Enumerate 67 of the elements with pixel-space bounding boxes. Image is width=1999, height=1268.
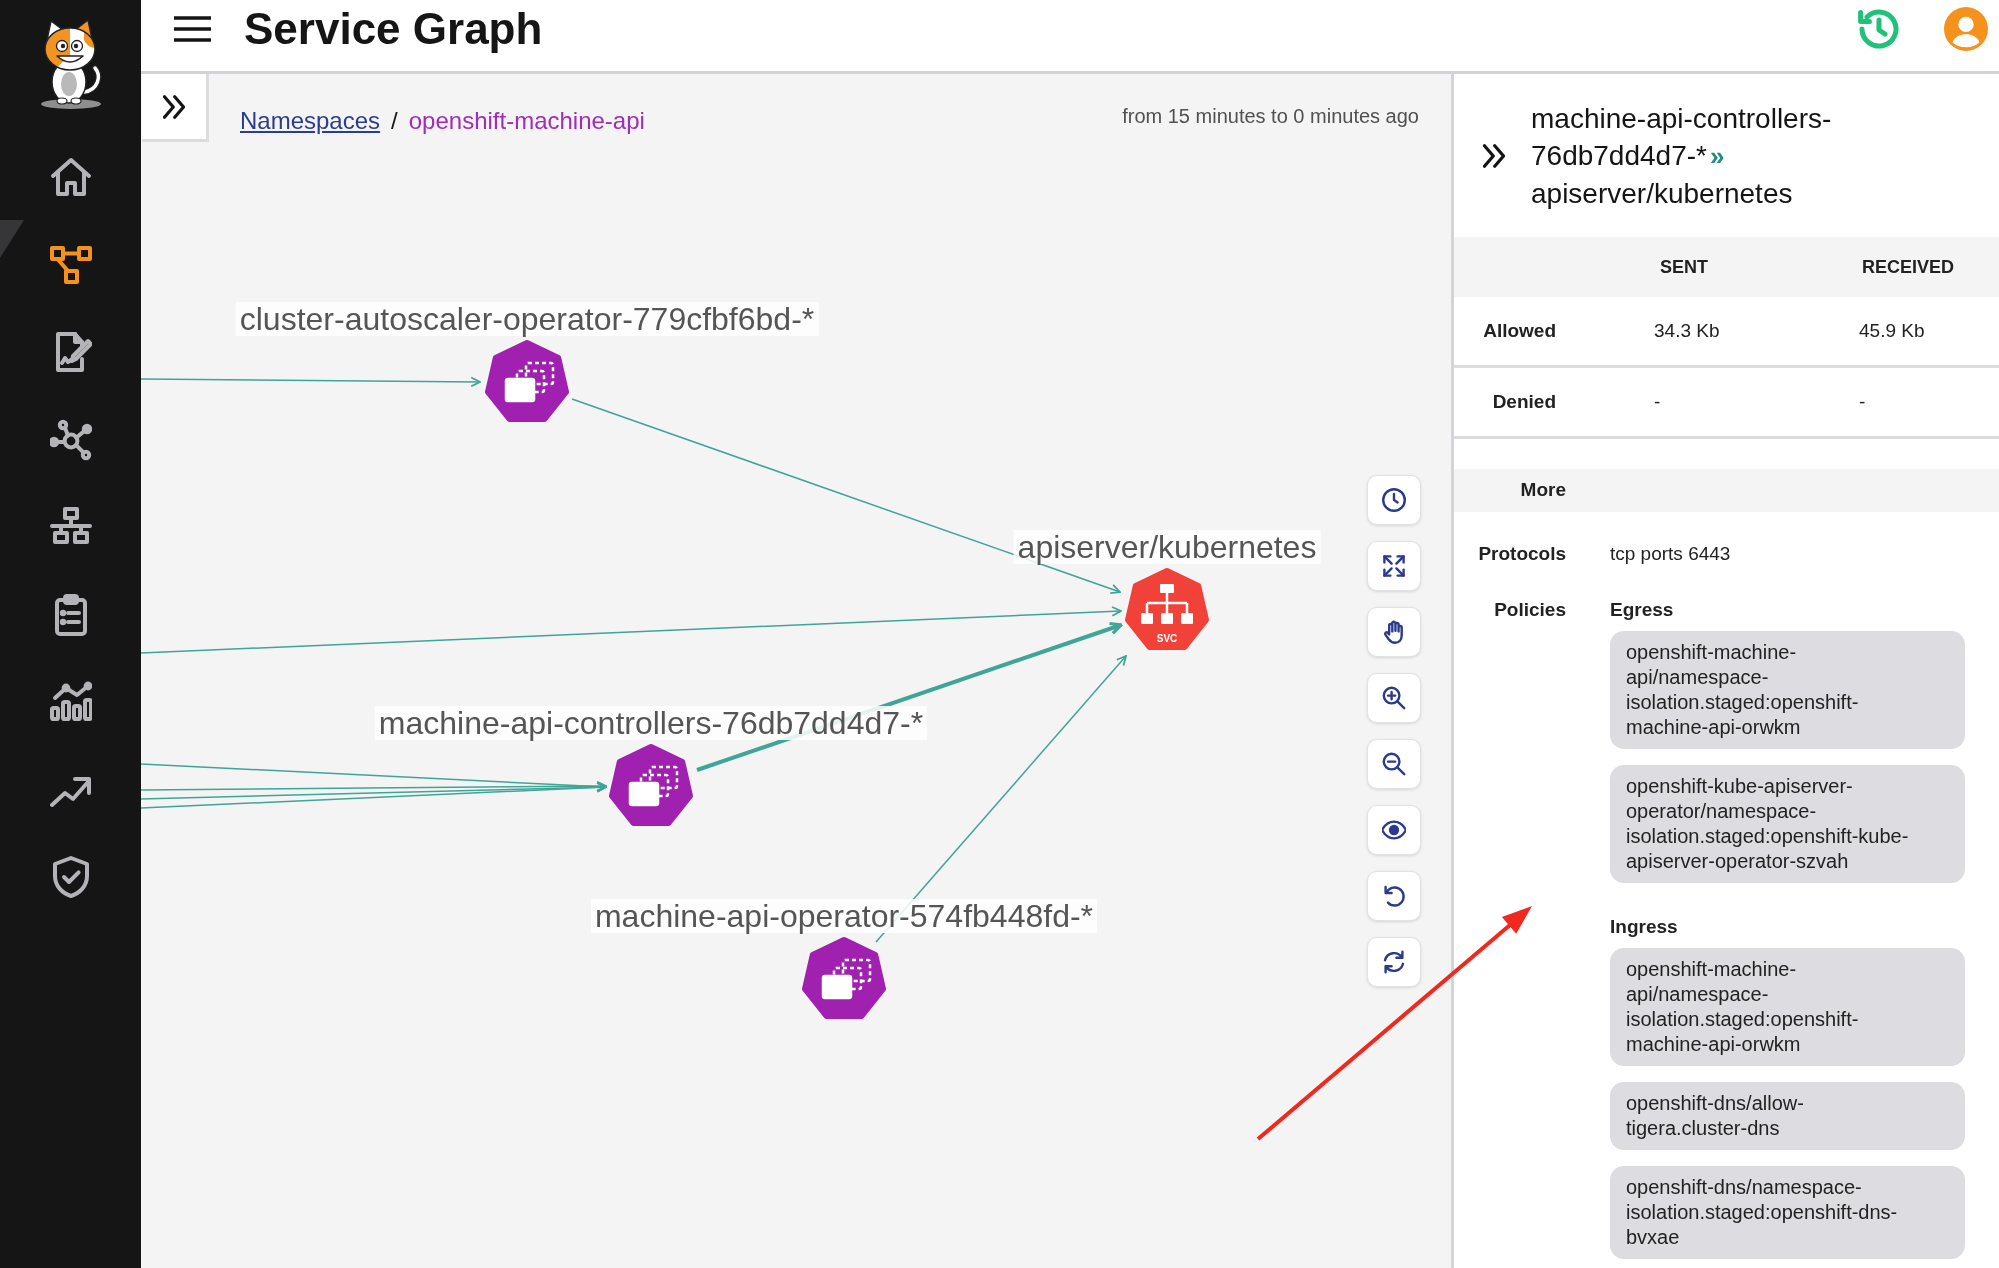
collapse-panel-button[interactable] bbox=[1483, 143, 1505, 168]
double-chevron-icon bbox=[163, 94, 185, 119]
stacked-boxes-icon bbox=[821, 958, 872, 1000]
hand-icon bbox=[1382, 620, 1406, 644]
group-heading: Egress bbox=[1610, 598, 1675, 622]
eye-button[interactable] bbox=[1367, 805, 1421, 855]
table-cell-text: - bbox=[1653, 389, 1662, 414]
expand-sidebar-button[interactable] bbox=[142, 74, 209, 142]
graph-edge[interactable] bbox=[141, 376, 481, 388]
undo-icon bbox=[1382, 884, 1406, 908]
row-header: Allowed bbox=[1482, 318, 1557, 343]
expand-arrows-icon bbox=[1382, 554, 1406, 578]
zoom-out-icon bbox=[1382, 752, 1406, 776]
node-type-label: SVC bbox=[1156, 633, 1178, 644]
connected-squares-icon bbox=[49, 243, 92, 286]
breadcrumb-link[interactable]: Namespaces bbox=[240, 107, 381, 135]
network-nodes-icon bbox=[49, 418, 92, 461]
node-label: apiserver/kubernetes bbox=[1013, 530, 1321, 564]
breadcrumb-current: openshift-machine-api bbox=[408, 107, 645, 135]
eye-icon bbox=[1382, 818, 1406, 842]
triangle-icon bbox=[0, 220, 24, 258]
pan-button[interactable] bbox=[1367, 607, 1421, 657]
stacked-boxes-icon bbox=[504, 361, 555, 403]
group-heading: Ingress bbox=[1610, 915, 1679, 939]
section-heading: More bbox=[1519, 478, 1567, 503]
bar-line-chart-icon bbox=[49, 681, 92, 723]
edge-title: machine-api-controllers-76db7dd4d7-*» apiserver/kubernetes bbox=[1531, 101, 1833, 211]
table-cell-text: - bbox=[1858, 389, 1867, 414]
policy-tag: openshift-dns/allow-tigera.cluster-dns bbox=[1610, 1082, 1965, 1150]
zoom-out-button[interactable] bbox=[1367, 739, 1421, 789]
column-header: SENT bbox=[1659, 255, 1709, 279]
zoom-in-icon bbox=[1382, 686, 1406, 710]
user-avatar-icon bbox=[1944, 7, 1988, 51]
hierarchy-icon bbox=[1141, 584, 1193, 624]
node-label: cluster-autoscaler-operator-779cfbf6bd-* bbox=[235, 302, 819, 336]
table-cell-text: 34.3 Kb bbox=[1653, 318, 1721, 343]
expand-button[interactable] bbox=[1367, 541, 1421, 591]
row-header: Denied bbox=[1491, 389, 1557, 414]
time-range-text: from 15 minutes to 0 minutes ago bbox=[1122, 104, 1419, 128]
field-value: tcp ports 6443 bbox=[1609, 542, 1732, 566]
history-icon bbox=[1858, 8, 1900, 50]
policy-tag: openshift-machine-api/namespace-isolation.staged:openshift-machine-api-orwkm bbox=[1610, 631, 1965, 749]
column-header: RECEIVED bbox=[1861, 255, 1956, 279]
refresh-icon bbox=[1382, 950, 1406, 974]
graph-edge[interactable] bbox=[141, 782, 607, 809]
zoom-in-button[interactable] bbox=[1367, 673, 1421, 723]
menu-button[interactable] bbox=[174, 15, 211, 43]
clock-icon bbox=[1382, 488, 1406, 512]
field-label: Protocols bbox=[1477, 542, 1567, 566]
double-chevron-icon bbox=[1483, 143, 1505, 168]
node-label: machine-api-operator-574fb448fd-* bbox=[590, 899, 1098, 933]
field-label: Policies bbox=[1493, 598, 1567, 622]
graph-edge[interactable] bbox=[141, 780, 607, 792]
page-title: Service Graph bbox=[244, 4, 543, 54]
stacked-boxes-icon bbox=[628, 765, 679, 807]
clock-button[interactable] bbox=[1367, 475, 1421, 525]
menu-icon bbox=[174, 16, 211, 42]
undo-button[interactable] bbox=[1367, 871, 1421, 921]
policy-tag: openshift-dns/namespace-isolation.staged:openshift-dns-bvxae bbox=[1610, 1166, 1965, 1259]
node-label: machine-api-controllers-76db7dd4d7-* bbox=[374, 706, 928, 740]
policy-tag: openshift-machine-api/namespace-isolation.staged:openshift-machine-api-orwkm bbox=[1610, 948, 1965, 1066]
table-cell-text: 45.9 Kb bbox=[1858, 318, 1926, 343]
graph-edge[interactable] bbox=[141, 606, 1122, 654]
policy-tag: openshift-kube-apiserver-operator/namespace-isolation.staged:openshift-kube-apiserver-operator-szvah bbox=[1610, 765, 1965, 883]
refresh-button[interactable] bbox=[1367, 937, 1421, 987]
home-icon bbox=[49, 156, 92, 198]
breadcrumb-separator: / bbox=[391, 107, 398, 135]
